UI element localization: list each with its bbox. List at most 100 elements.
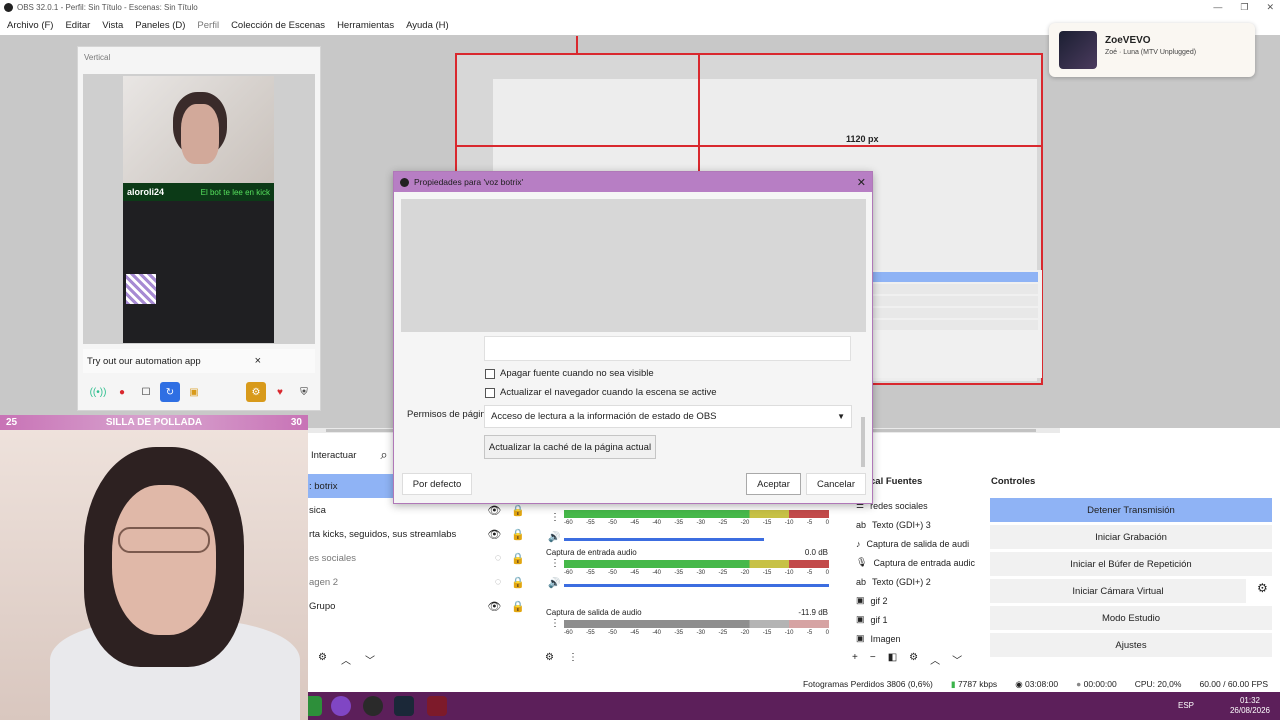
menu-herramientas[interactable]: Herramientas [337, 20, 394, 31]
interact-button[interactable]: Interactuar [311, 450, 356, 461]
eye-hidden-icon[interactable]: ◌ [495, 552, 502, 565]
track-db: -11.9 dB [798, 608, 828, 617]
checkbox[interactable] [485, 387, 495, 398]
more-icon[interactable]: ⋮ [550, 558, 560, 569]
move-up-icon[interactable]: ︿ [341, 652, 351, 667]
virtual-camera-gear-icon[interactable]: ⚙ [1257, 581, 1268, 595]
menu-coleccion-escenas[interactable]: Colección de Escenas [231, 20, 325, 31]
volume-slider[interactable] [564, 538, 764, 541]
speaker-icon[interactable]: 🔊 [548, 532, 560, 543]
list-item[interactable]: ab Texto (GDI+) 3 [848, 515, 983, 534]
list-item[interactable]: 🎙 Captura de entrada audic [848, 553, 983, 572]
close-icon[interactable]: × [255, 355, 261, 367]
minimize-icon[interactable]: — [1213, 2, 1222, 13]
remove-icon[interactable]: − [870, 652, 876, 667]
obs-icon[interactable] [363, 696, 383, 716]
lock-icon[interactable]: 🔒 [511, 576, 525, 589]
eye-icon[interactable]: 👁 [487, 600, 501, 613]
start-replay-buffer-button[interactable]: Iniciar el Búfer de Repetición [990, 552, 1272, 576]
album-art [1059, 31, 1097, 69]
square-icon[interactable]: ☐ [136, 382, 156, 402]
defaults-button[interactable]: Por defecto [402, 473, 472, 495]
list-item[interactable]: agen 2 ◌ 🔒 [305, 570, 535, 594]
clock[interactable]: 01:32 26/08/2026 [1230, 696, 1270, 716]
webcam-face [112, 485, 216, 635]
gear-icon[interactable]: ⚙ [909, 652, 918, 667]
cancel-button[interactable]: Cancelar [806, 473, 866, 495]
image-icon: ▣ [856, 595, 865, 605]
mixer-track: Captura de entrada audio 0.0 dB ⋮ -60 -55… [540, 546, 840, 606]
volume-slider[interactable] [564, 584, 829, 587]
list-item[interactable]: ▣ gif 1 [848, 610, 983, 629]
more-icon[interactable]: ⋮ [550, 512, 560, 523]
permissions-select[interactable]: Acceso de lectura a la información de es… [484, 405, 852, 428]
maximize-icon[interactable]: ❐ [1240, 2, 1248, 13]
heart-icon[interactable]: ♥ [270, 382, 290, 402]
accept-button[interactable]: Aceptar [746, 473, 801, 495]
list-item-label: redes sociales [870, 500, 928, 511]
lock-icon[interactable]: 🔒 [511, 528, 525, 541]
menu-editar[interactable]: Editar [65, 20, 90, 31]
more-icon[interactable]: ⋮ [568, 652, 578, 663]
checkbox[interactable] [485, 368, 495, 379]
start-recording-button[interactable]: Iniciar Grabación [990, 525, 1272, 549]
speaker-icon[interactable]: 🔊 [548, 578, 560, 589]
move-down-icon[interactable]: ﹀ [952, 652, 962, 667]
gear-icon[interactable]: ⚙ [246, 382, 266, 402]
notification-title: ZoeVEVO [1105, 35, 1151, 46]
lock-icon[interactable]: 🔒 [511, 552, 525, 565]
menu-perfil[interactable]: Perfil [197, 20, 219, 31]
app-icon[interactable] [427, 696, 447, 716]
eye-hidden-icon[interactable]: ◌ [495, 576, 502, 589]
list-item-label: Captura de entrada audic [873, 557, 976, 568]
list-item[interactable]: ▣ Imagen [848, 629, 983, 648]
stop-stream-button[interactable]: Detener Transmisión [990, 498, 1272, 522]
eye-icon[interactable]: 👁 [487, 504, 501, 517]
move-down-icon[interactable]: ﹀ [365, 652, 375, 667]
stream-icon[interactable]: ((•)) [88, 382, 108, 402]
browser-icon[interactable] [331, 696, 351, 716]
add-icon[interactable]: + [852, 652, 858, 667]
settings-button[interactable]: Ajustes [990, 633, 1272, 657]
plugin-icon[interactable]: ⛨ [294, 382, 314, 402]
menu-archivo[interactable]: Archivo (F) [7, 20, 53, 31]
start-virtual-camera-button[interactable]: Iniciar Cámara Virtual [990, 579, 1246, 603]
close-icon[interactable]: ✕ [857, 176, 866, 189]
replay-icon[interactable]: ▣ [184, 382, 204, 402]
refresh-cache-button[interactable]: Actualizar la caché de la página actual [484, 435, 656, 459]
search-icon[interactable]: ⌕ [380, 447, 387, 463]
language-indicator[interactable]: ESP [1178, 701, 1194, 710]
steam-icon[interactable] [394, 696, 414, 716]
record-icon[interactable]: ● [112, 382, 132, 402]
record-icon: ● [1076, 679, 1082, 689]
eye-icon[interactable]: 👁 [487, 528, 501, 541]
list-item[interactable]: ab Texto (GDI+) 2 [848, 572, 983, 591]
more-icon[interactable]: ⋮ [550, 618, 560, 629]
studio-mode-button[interactable]: Modo Estudio [990, 606, 1272, 630]
permissions-label: Permisos de págin [407, 409, 486, 420]
dialog-scrollbar[interactable] [861, 417, 865, 467]
close-icon[interactable]: ✕ [1266, 2, 1274, 13]
list-item[interactable]: Grupo 👁 🔒 [305, 594, 535, 618]
menu-vista[interactable]: Vista [102, 20, 123, 31]
list-item[interactable]: rta kicks, seguidos, sus streamlabs 👁 🔒 [305, 522, 535, 546]
list-item-label: es sociales [309, 552, 356, 564]
list-item-label: sica [309, 504, 326, 516]
list-item[interactable]: ♪ Captura de salida de audi [848, 534, 983, 553]
lock-icon[interactable]: 🔒 [511, 600, 525, 613]
menu-paneles[interactable]: Paneles (D) [135, 20, 185, 31]
shutdown-hidden-checkbox[interactable]: Apagar fuente cuando no sea visible [485, 368, 654, 379]
list-item[interactable]: ▣ gif 2 [848, 591, 983, 610]
menu-ayuda[interactable]: Ayuda (H) [406, 20, 449, 31]
refresh-icon[interactable]: ↻ [160, 382, 180, 402]
lock-icon[interactable]: 🔒 [511, 504, 525, 517]
vertical-preview[interactable]: aloroli24 El bot te lee en kick [83, 74, 315, 344]
move-up-icon[interactable]: ︿ [930, 652, 940, 667]
filter-icon[interactable]: ◧ [888, 652, 897, 667]
mixer-settings-icon[interactable]: ⚙ [545, 652, 554, 663]
text-field[interactable] [484, 336, 851, 361]
list-item[interactable]: es sociales ◌ 🔒 [305, 546, 535, 570]
refresh-on-active-checkbox[interactable]: Actualizar el navegador cuando la escena… [485, 387, 717, 398]
gear-icon[interactable]: ⚙ [318, 652, 327, 667]
media-notification[interactable]: ZoeVEVO Zoé · Luna (MTV Unplugged) [1049, 23, 1255, 77]
